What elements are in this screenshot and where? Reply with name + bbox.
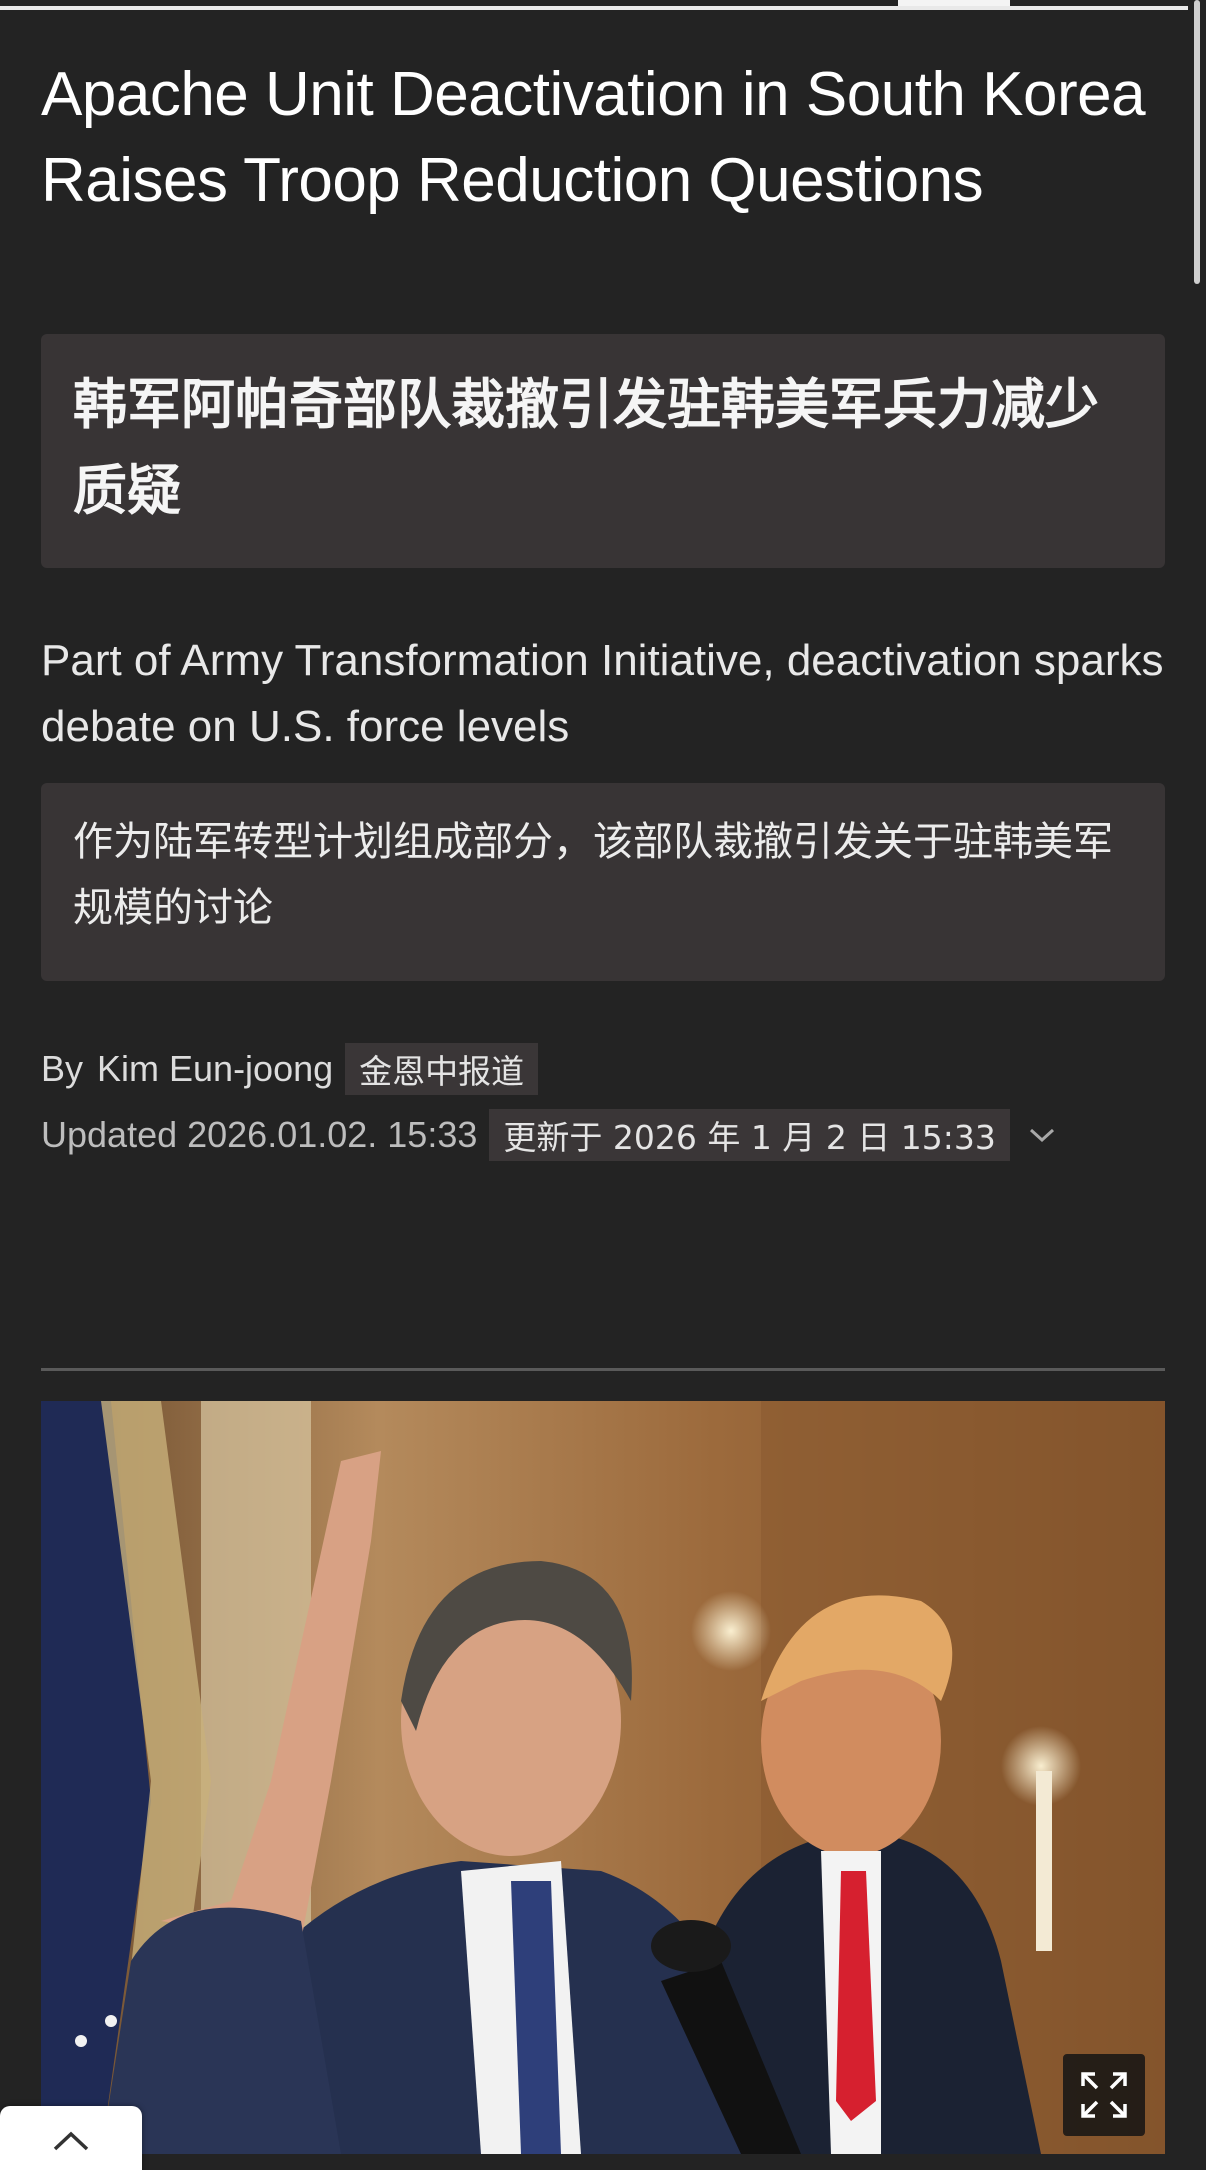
updated-translation: 更新于 2026 年 1 月 2 日 15:33 xyxy=(489,1109,1010,1161)
photo-illustration xyxy=(41,1401,1165,2154)
article-subtitle: Part of Army Transformation Initiative, … xyxy=(41,636,1164,751)
chevron-up-icon xyxy=(53,2131,89,2151)
article-photo[interactable] xyxy=(41,1401,1165,2154)
headline-translation: 韩军阿帕奇部队裁撤引发驻韩美军兵力减少质疑 xyxy=(73,373,1099,522)
scroll-to-top-button[interactable] xyxy=(0,2106,142,2170)
tab-indicator xyxy=(898,0,1010,6)
expand-photo-button[interactable] xyxy=(1063,2054,1145,2136)
author-translation: 金恩中报道 xyxy=(345,1043,539,1095)
author-name[interactable]: Kim Eun-joong xyxy=(97,1048,333,1090)
subtitle-translation: 作为陆军转型计划组成部分，该部队裁撤引发关于驻韩美军规模的讨论 xyxy=(73,819,1113,931)
updated-timestamp: Updated 2026.01.02. 15:33 xyxy=(41,1114,478,1155)
chevron-down-icon[interactable] xyxy=(1024,1117,1060,1153)
top-divider xyxy=(0,6,1188,10)
byline: By Kim Eun-joong 金恩中报道 xyxy=(41,1043,539,1095)
subtitle-translation-box: 作为陆军转型计划组成部分，该部队裁撤引发关于驻韩美军规模的讨论 xyxy=(41,783,1165,981)
expand-icon xyxy=(1081,2072,1127,2118)
section-divider xyxy=(41,1368,1165,1371)
article-headline: Apache Unit Deactivation in South Korea … xyxy=(41,60,1146,215)
updated-timestamp-row: Updated 2026.01.02. 15:33 更新于 2026 年 1 月… xyxy=(41,1109,1060,1161)
article-page: Apache Unit Deactivation in South Korea … xyxy=(0,0,1206,2170)
scrollbar-thumb[interactable] xyxy=(1194,0,1200,284)
byline-prefix: By xyxy=(41,1048,84,1089)
headline-translation-box: 韩军阿帕奇部队裁撤引发驻韩美军兵力减少质疑 xyxy=(41,334,1165,568)
